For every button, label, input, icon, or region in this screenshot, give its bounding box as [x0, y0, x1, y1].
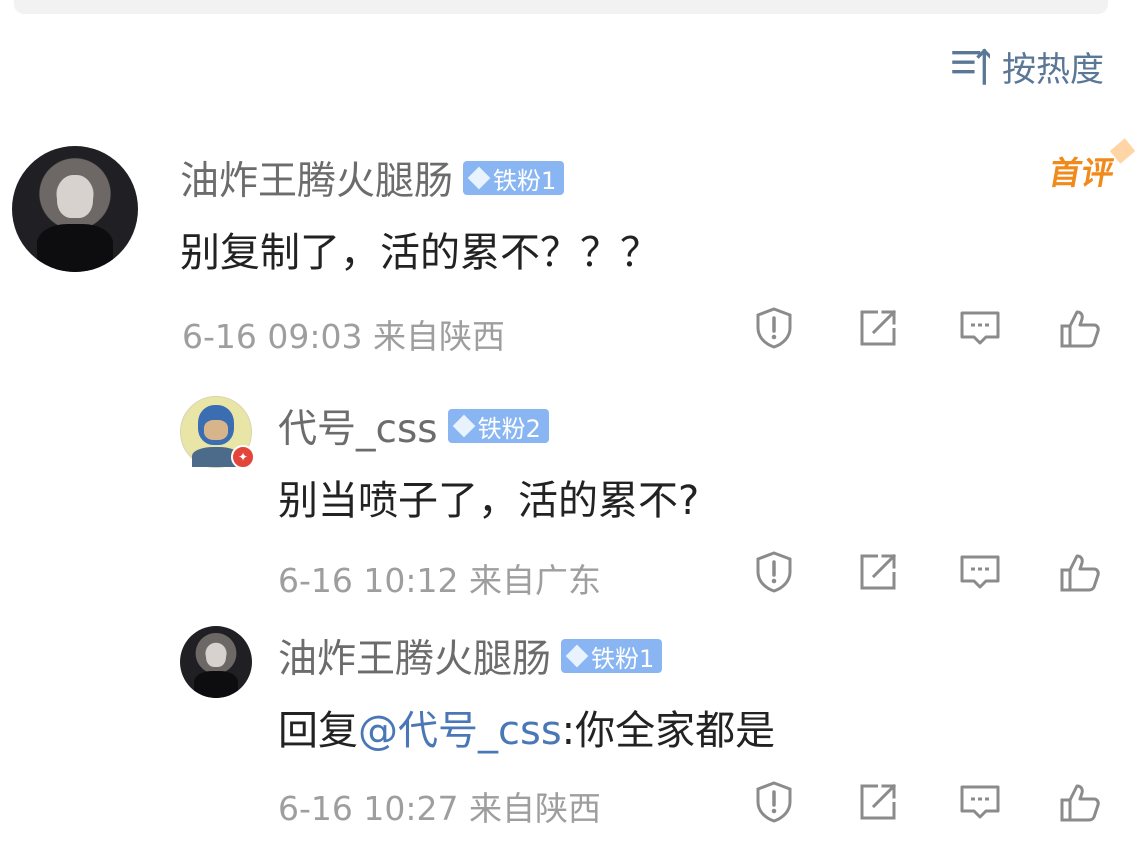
share-icon[interactable] [856, 306, 900, 350]
comment-icon[interactable] [958, 780, 1002, 824]
comment-author[interactable]: 油炸王腾火腿肠 铁粉1 [180, 150, 565, 206]
comment-location: 来自广东 [469, 561, 601, 600]
comment-location: 来自陕西 [373, 317, 505, 356]
reply-text: 回复@代号_css:你全家都是 [278, 698, 775, 756]
reply-prefix: 回复 [278, 708, 358, 754]
fan-badge: 铁粉1 [561, 639, 663, 673]
fan-badge: 铁粉1 [463, 161, 565, 195]
comment-text: 别当喷子了，活的累不? [278, 478, 700, 524]
avatar-face [57, 174, 93, 218]
comment-icon[interactable] [958, 306, 1002, 350]
sort-label: 按热度 [1002, 49, 1104, 90]
reply-body: :你全家都是 [561, 708, 776, 754]
comment-time: 6-16 10:27 [278, 789, 459, 828]
comment-meta: 6-16 10:12 来自广东 [278, 554, 601, 602]
fan-badge-label: 铁粉2 [477, 414, 541, 443]
comment-location: 来自陕西 [469, 789, 601, 828]
comment-meta: 6-16 10:27 来自陕西 [278, 782, 601, 830]
ape-face [204, 420, 228, 440]
like-icon[interactable] [1058, 306, 1102, 350]
avatar[interactable] [12, 146, 138, 272]
like-icon[interactable] [1058, 550, 1102, 594]
report-icon[interactable] [752, 306, 796, 350]
avatar[interactable]: ✦ [180, 396, 255, 469]
report-icon[interactable] [752, 550, 796, 594]
comment-time: 6-16 09:03 [182, 317, 363, 356]
first-comment-badge: 首评 [1046, 148, 1118, 194]
diamond-icon [452, 414, 475, 438]
diamond-icon [467, 166, 491, 190]
fan-badge: 铁粉2 [447, 409, 549, 443]
comment-text: 别复制了，活的累不？？？ [180, 230, 660, 276]
diamond-icon [565, 644, 589, 668]
like-icon[interactable] [1058, 780, 1102, 824]
fan-badge-label: 铁粉1 [591, 644, 655, 673]
comment-author[interactable]: 油炸王腾火腿肠 铁粉1 [278, 628, 663, 684]
author-name[interactable]: 油炸王腾火腿肠 [180, 150, 453, 206]
comment-author[interactable]: 代号_css 铁粉2 [278, 398, 549, 454]
comment-meta: 6-16 09:03 来自陕西 [182, 310, 505, 358]
top-separator [14, 0, 1108, 14]
comment-icon[interactable] [958, 550, 1002, 594]
fan-badge-label: 铁粉1 [493, 166, 557, 195]
comment-time: 6-16 10:12 [278, 561, 459, 600]
share-icon[interactable] [856, 550, 900, 594]
mention-link[interactable]: @代号_css [358, 708, 562, 754]
verified-icon: ✦ [231, 445, 255, 469]
sort-icon [952, 48, 990, 85]
share-icon[interactable] [856, 780, 900, 824]
sort-hot-button[interactable]: 按热度 [952, 44, 1104, 90]
author-name[interactable]: 代号_css [278, 398, 438, 454]
author-name[interactable]: 油炸王腾火腿肠 [278, 628, 551, 684]
avatar[interactable] [180, 626, 252, 698]
report-icon[interactable] [752, 780, 796, 824]
avatar-face [205, 642, 227, 668]
